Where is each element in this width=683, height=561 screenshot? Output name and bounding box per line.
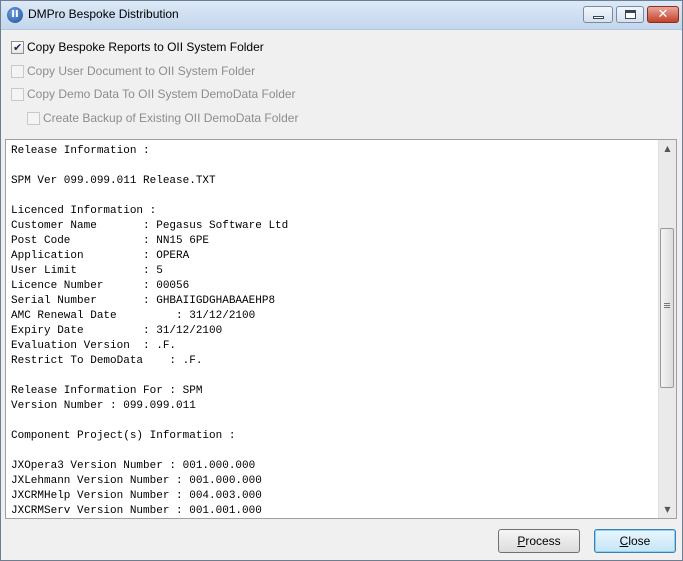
info-line: Component Project(s) Information : [11, 430, 236, 442]
scroll-up-arrow-icon[interactable]: ▲ [659, 140, 676, 157]
info-line: JXCRMHelp Version Number : 004.003.000 [11, 490, 262, 502]
scroll-thumb[interactable] [660, 228, 674, 388]
window-title: DMPro Bespoke Distribution [28, 7, 179, 21]
option-label: Copy Bespoke Reports to OII System Folde… [27, 40, 264, 54]
option-label: Create Backup of Existing OII DemoData F… [43, 111, 299, 125]
info-line: Release Information For : SPM [11, 385, 203, 397]
info-line: SPM Ver 099.099.011 Release.TXT [11, 175, 216, 187]
main-window: II DMPro Bespoke Distribution ✕ Copy Bes… [0, 0, 683, 561]
minimize-icon [593, 16, 604, 19]
process-button[interactable]: Process [498, 529, 580, 553]
process-label: rocess [525, 534, 561, 548]
close-icon: ✕ [657, 7, 669, 22]
maximize-button[interactable] [616, 6, 644, 23]
info-line: Licence Number : 00056 [11, 280, 190, 292]
info-line: Application : OPERA [11, 250, 190, 262]
info-line: Version Number : 099.099.011 [11, 400, 196, 412]
close-label: lose [628, 534, 651, 548]
maximize-icon [625, 10, 636, 19]
info-line: JXOpera3 Version Number : 001.000.000 [11, 460, 256, 472]
checkbox-copy-user-document[interactable] [11, 65, 24, 78]
scroll-down-arrow-icon[interactable]: ▼ [659, 501, 676, 518]
info-line: Evaluation Version : .F. [11, 340, 177, 352]
title-bar[interactable]: II DMPro Bespoke Distribution ✕ [1, 1, 682, 30]
info-line: Release Information : [11, 145, 150, 157]
info-line: JXCRMServ Version Number : 001.001.000 [11, 505, 262, 517]
info-line: Licenced Information : [11, 205, 157, 217]
close-button[interactable]: Close [594, 529, 676, 553]
info-line: Restrict To DemoData : .F. [11, 355, 203, 367]
vertical-scrollbar[interactable]: ▲ ▼ [658, 140, 676, 518]
info-line [11, 444, 288, 459]
info-line: Customer Name : Pegasus Software Ltd [11, 220, 289, 232]
minimize-button[interactable] [583, 6, 613, 23]
option-label: Copy User Document to OII System Folder [27, 64, 256, 78]
scroll-grip-icon [664, 303, 670, 304]
info-line: AMC Renewal Date : 31/12/2100 [11, 310, 256, 322]
release-info-text: Release Information : SPM Ver 099.099.011… [11, 144, 289, 518]
option-label: Copy Demo Data To OII System DemoData Fo… [27, 87, 296, 101]
info-line: Expiry Date : 31/12/2100 [11, 325, 223, 337]
info-line [11, 414, 288, 429]
info-line: Post Code : NN15 6PE [11, 235, 210, 247]
info-line: Serial Number : GHBAIIGDGHABAAEHP8 [11, 295, 276, 307]
checkbox-copy-bespoke-reports[interactable] [11, 40, 24, 56]
info-line: User Limit : 5 [11, 265, 163, 277]
info-line [11, 369, 288, 384]
release-info-textbox[interactable]: Release Information : SPM Ver 099.099.011… [5, 139, 677, 519]
info-line [11, 189, 288, 204]
checkbox-create-backup[interactable] [27, 112, 40, 125]
checkbox-copy-demo-data[interactable] [11, 88, 24, 101]
info-line: JXLehmann Version Number : 001.000.000 [11, 475, 262, 487]
app-logo-icon: II [7, 7, 23, 23]
info-line [11, 159, 288, 174]
window-close-button[interactable]: ✕ [647, 6, 679, 23]
